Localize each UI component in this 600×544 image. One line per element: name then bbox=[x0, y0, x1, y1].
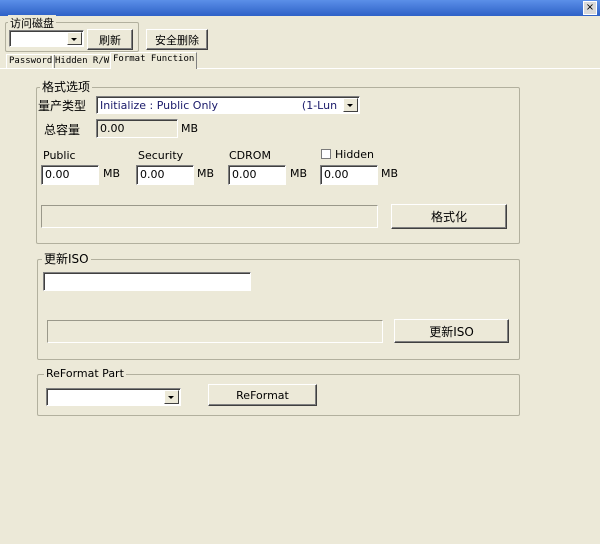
public-label: Public bbox=[43, 149, 76, 162]
close-button[interactable]: × bbox=[583, 1, 597, 15]
update-iso-title: 更新ISO bbox=[42, 250, 91, 267]
update-iso-button[interactable]: 更新ISO bbox=[394, 319, 509, 343]
disk-select[interactable] bbox=[9, 30, 84, 47]
cdrom-size-input[interactable]: 0.00 bbox=[228, 165, 286, 185]
cdrom-unit: MB bbox=[290, 167, 308, 180]
security-unit: MB bbox=[197, 167, 215, 180]
hidden-unit: MB bbox=[381, 167, 399, 180]
cdrom-label: CDROM bbox=[229, 149, 271, 162]
reformat-select[interactable] bbox=[46, 388, 181, 406]
disk-access-label: 访问磁盘 bbox=[8, 15, 56, 31]
tab-strip-line bbox=[0, 68, 600, 69]
iso-progress-bar bbox=[47, 320, 383, 343]
title-bar bbox=[0, 0, 600, 16]
total-capacity-unit: MB bbox=[181, 122, 199, 135]
security-label: Security bbox=[138, 149, 184, 162]
reformat-title: ReFormat Part bbox=[44, 367, 126, 380]
iso-path-input[interactable] bbox=[43, 272, 251, 291]
hidden-size-input[interactable]: 0.00 bbox=[320, 165, 378, 185]
close-icon: × bbox=[585, 2, 595, 13]
hidden-label: Hidden bbox=[335, 148, 375, 161]
reformat-button[interactable]: ReFormat bbox=[208, 384, 317, 406]
public-unit: MB bbox=[103, 167, 121, 180]
format-options-title: 格式选项 bbox=[40, 78, 93, 95]
production-type-label: 量产类型 bbox=[38, 99, 87, 113]
safe-remove-button[interactable]: 安全删除 bbox=[146, 29, 208, 50]
format-progress-bar bbox=[41, 205, 378, 228]
tab-format-function[interactable]: Format Function bbox=[110, 52, 198, 69]
tab-password[interactable]: Password bbox=[6, 54, 56, 68]
tab-hidden-rw[interactable]: Hidden R/W bbox=[52, 54, 113, 68]
refresh-button[interactable]: 刷新 bbox=[87, 29, 133, 50]
production-type-select[interactable]: Initialize : Public Only (1-Lun ) bbox=[96, 96, 360, 114]
total-capacity-label: 总容量 bbox=[44, 123, 81, 137]
chevron-down-icon bbox=[67, 32, 82, 45]
hidden-checkbox[interactable] bbox=[321, 149, 331, 159]
format-button[interactable]: 格式化 bbox=[391, 204, 507, 229]
security-size-input[interactable]: 0.00 bbox=[136, 165, 194, 185]
chevron-down-icon bbox=[343, 98, 358, 112]
public-size-input[interactable]: 0.00 bbox=[41, 165, 99, 185]
total-capacity-field: 0.00 bbox=[96, 119, 178, 138]
chevron-down-icon bbox=[164, 390, 179, 404]
